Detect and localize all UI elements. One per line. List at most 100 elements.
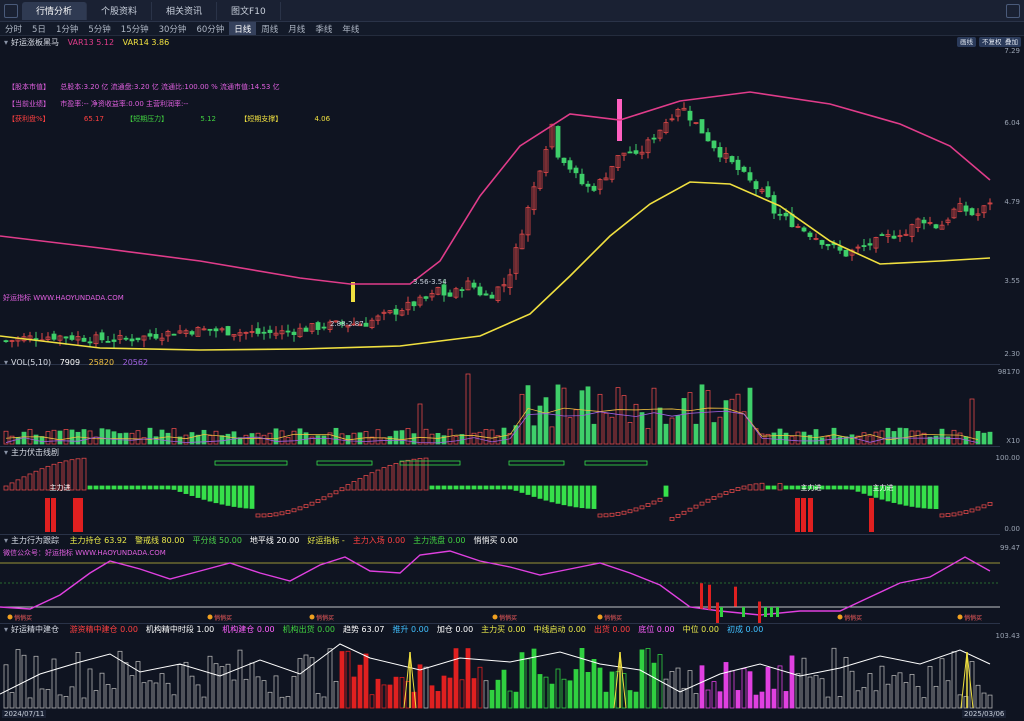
position-bar bbox=[51, 658, 57, 709]
trend-line bbox=[0, 643, 991, 695]
ambush-bar bbox=[267, 513, 273, 517]
candle-body bbox=[411, 301, 417, 307]
window-toggle-icon[interactable] bbox=[1006, 4, 1020, 18]
position-bar bbox=[381, 684, 387, 709]
volume-bar bbox=[723, 400, 729, 445]
ambush-bar bbox=[99, 485, 105, 490]
entry-bar bbox=[700, 583, 703, 609]
candle-body bbox=[213, 328, 219, 332]
position-bar bbox=[645, 648, 651, 709]
period-6[interactable]: 60分钟 bbox=[191, 22, 229, 35]
period-7[interactable]: 日线 bbox=[229, 22, 257, 35]
ambush-bar bbox=[669, 517, 675, 521]
position-bar bbox=[57, 694, 63, 709]
position-bar bbox=[939, 658, 945, 709]
ambush-chart[interactable]: 主力进 主力进 主力进 bbox=[0, 456, 1000, 534]
period-8[interactable]: 周线 bbox=[256, 22, 283, 35]
volume-bar bbox=[249, 433, 255, 445]
period-11[interactable]: 年线 bbox=[337, 22, 364, 35]
ambush-bar bbox=[447, 485, 453, 490]
collapse-icon[interactable]: ▾ bbox=[4, 625, 8, 634]
overlay-button[interactable]: 叠加 bbox=[1002, 37, 1021, 47]
ambush-bar bbox=[81, 457, 87, 491]
main-candle-chart[interactable] bbox=[0, 46, 1000, 364]
candle-body bbox=[801, 227, 807, 232]
position-bar bbox=[129, 675, 135, 709]
position-bar bbox=[951, 651, 957, 709]
buy-label: 悄悄买 bbox=[844, 614, 862, 622]
candle-body bbox=[3, 340, 9, 343]
ambush-bar bbox=[909, 485, 915, 507]
volume-bar bbox=[591, 423, 597, 445]
volume-chart[interactable] bbox=[0, 368, 1000, 446]
position-bar bbox=[45, 689, 51, 709]
ambush-axis-bottom: 0.00 bbox=[1004, 525, 1020, 533]
period-10[interactable]: 季线 bbox=[310, 22, 337, 35]
volume-bar bbox=[219, 435, 225, 445]
volume-bar bbox=[897, 427, 903, 445]
ambush-bar bbox=[111, 485, 117, 490]
position-bar bbox=[123, 662, 129, 709]
period-2[interactable]: 1分钟 bbox=[51, 22, 83, 35]
period-1[interactable]: 5日 bbox=[27, 22, 51, 35]
ambush-bar bbox=[39, 468, 45, 491]
period-3[interactable]: 5分钟 bbox=[83, 22, 115, 35]
entry-bar bbox=[808, 498, 813, 532]
position-bar bbox=[717, 691, 723, 709]
position-bar bbox=[9, 692, 15, 709]
ambush-bar bbox=[117, 485, 123, 490]
legend-item-6: 主力洗盘 0.00 bbox=[413, 536, 466, 545]
price-tick-4: 2.30 bbox=[1004, 350, 1020, 358]
position-bar bbox=[789, 655, 795, 709]
position-bar bbox=[873, 690, 879, 709]
ambush-bar bbox=[825, 485, 831, 490]
vol-value-2: 25820 bbox=[88, 358, 115, 367]
tab-0[interactable]: 行情分析 bbox=[22, 1, 88, 20]
ambush-bar bbox=[363, 475, 369, 491]
collapse-icon[interactable]: ▾ bbox=[4, 358, 8, 367]
position-bar bbox=[207, 655, 213, 709]
period-0[interactable]: 分时 bbox=[0, 22, 27, 35]
volume-bar bbox=[579, 390, 585, 445]
entry-bar bbox=[795, 498, 800, 532]
volume-bar bbox=[297, 428, 303, 445]
top-tab-bar: 行情分析 个股资料 相关资讯 图文F10 bbox=[0, 0, 1024, 22]
position-bar bbox=[723, 662, 729, 709]
ambush-bar bbox=[969, 508, 975, 513]
position-bar bbox=[33, 655, 39, 709]
volume-bar bbox=[261, 434, 267, 445]
volume-bar bbox=[597, 393, 603, 445]
volume-bar bbox=[783, 432, 789, 445]
period-9[interactable]: 月线 bbox=[283, 22, 310, 35]
collapse-icon[interactable]: ▾ bbox=[4, 536, 8, 545]
ambush-bar bbox=[273, 512, 279, 517]
position-bar bbox=[747, 671, 753, 709]
ambush-bar bbox=[387, 464, 393, 491]
tab-2[interactable]: 相关资讯 bbox=[152, 1, 218, 20]
ambush-bar bbox=[663, 485, 669, 497]
candle-body bbox=[483, 293, 489, 296]
candle-body bbox=[729, 156, 735, 163]
bottom-chart[interactable] bbox=[0, 634, 1000, 710]
position-bar bbox=[819, 678, 825, 709]
volume-bar bbox=[423, 428, 429, 445]
period-4[interactable]: 15分钟 bbox=[116, 22, 154, 35]
volume-bar bbox=[651, 387, 657, 445]
ambush-bar bbox=[849, 485, 855, 490]
volume-bar bbox=[39, 436, 45, 445]
tab-3[interactable]: 图文F10 bbox=[217, 1, 281, 20]
ambush-bar bbox=[597, 513, 603, 518]
ambush-bar bbox=[471, 485, 477, 490]
position-bar bbox=[549, 683, 555, 709]
behavior-chart[interactable]: 悄悄买 悄悄买 悄悄买 悄悄买 悄悄买 悄悄买 悄悄买 bbox=[0, 545, 1000, 623]
panel-toggle-icon[interactable] bbox=[4, 3, 18, 18]
candle-body bbox=[477, 286, 483, 296]
tab-1[interactable]: 个股资料 bbox=[87, 1, 153, 20]
ambush-bar bbox=[549, 485, 555, 503]
ma-pink-line bbox=[0, 91, 991, 285]
candle-body bbox=[87, 341, 93, 344]
candle-body bbox=[561, 157, 567, 163]
period-5[interactable]: 30分钟 bbox=[154, 22, 192, 35]
volume-bar bbox=[147, 427, 153, 445]
ambush-bar bbox=[555, 485, 561, 504]
